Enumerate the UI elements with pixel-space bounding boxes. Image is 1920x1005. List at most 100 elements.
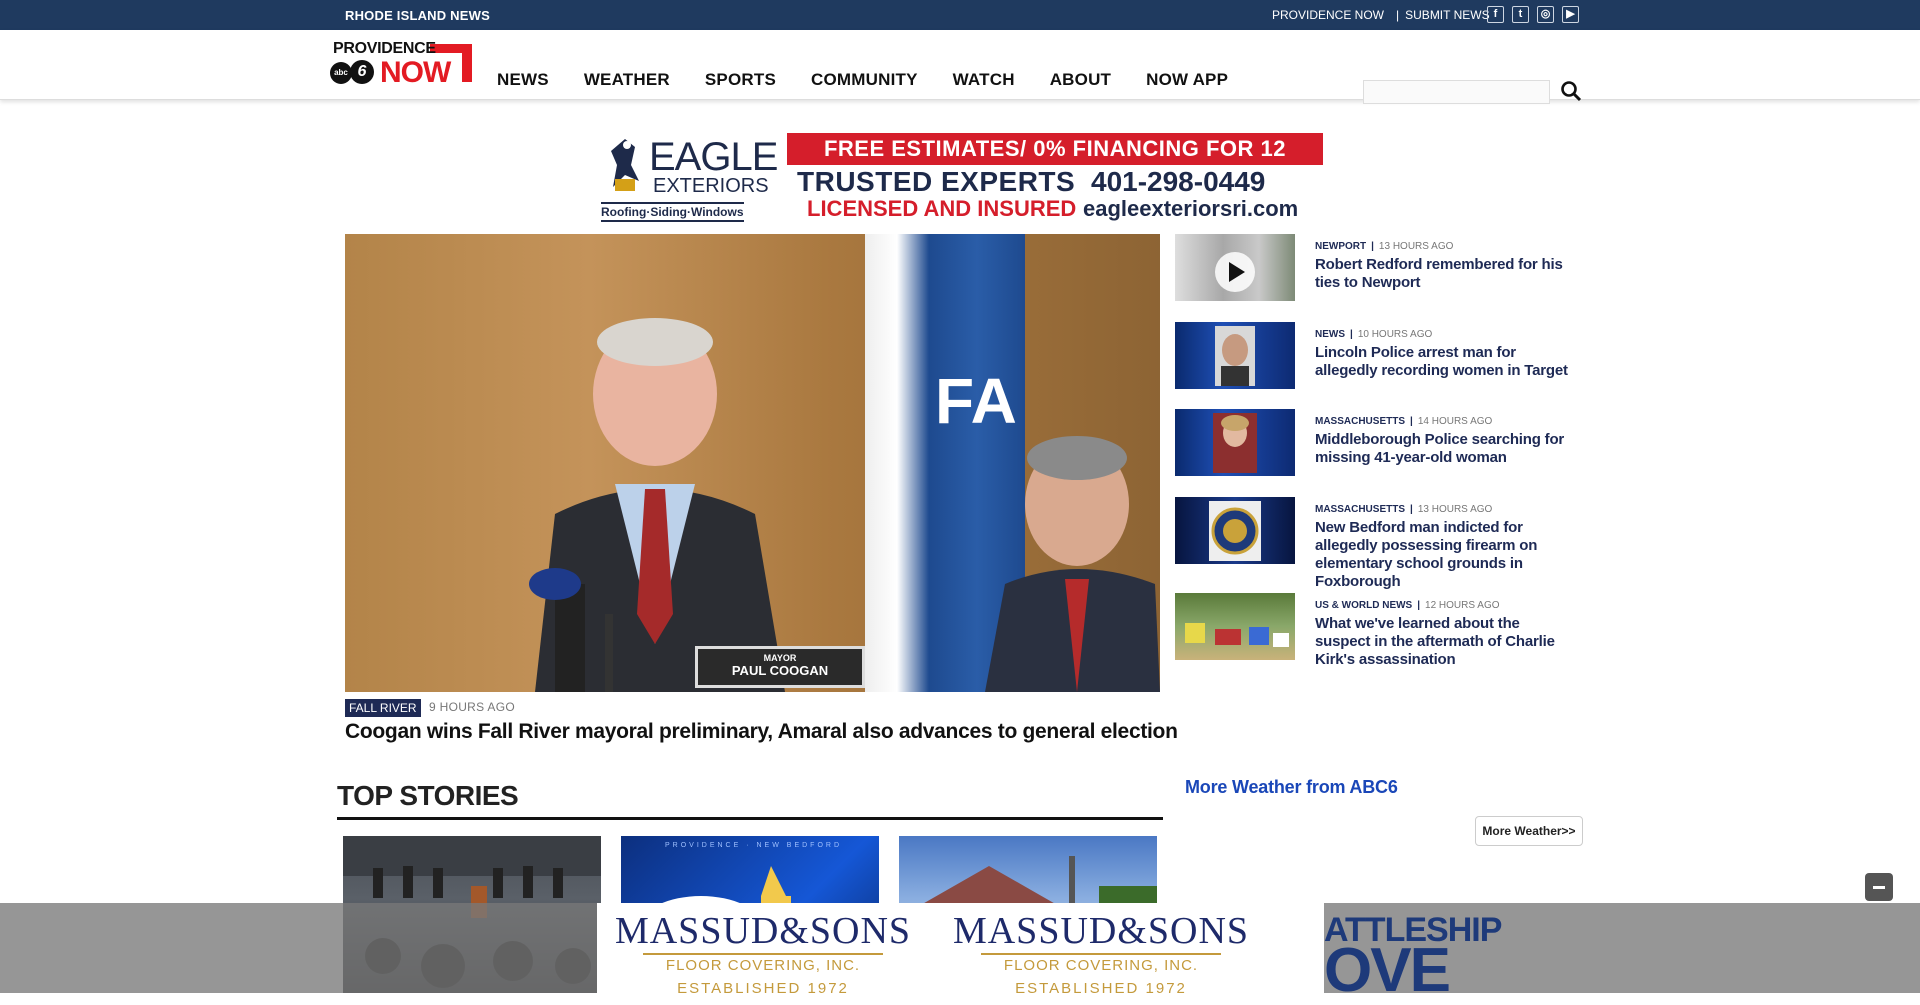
divider: | [1396,8,1400,22]
missing-woman-image [1213,413,1257,473]
youtube-icon[interactable]: ▶ [1562,6,1579,23]
ad-line3: LICENSED AND INSURED [807,196,1077,221]
massud-ad[interactable]: MASSUD&SONS FLOOR COVERING, INC. ESTABLI… [597,903,1324,997]
story-thumbnail[interactable] [1175,409,1295,476]
list-item[interactable]: US & WORLD NEWS | 12 HOURS AGO What we've … [1175,593,1575,668]
site-header: PROVIDENCE abc 6 NOW NEWS WEATHER SPORTS… [0,30,1920,104]
story-meta: MASSACHUSETTS | 14 HOURS AGO [1315,416,1492,427]
site-label[interactable]: RHODE ISLAND NEWS [345,8,490,23]
massud-brand: MASSUD&SONS [614,910,912,952]
logo-bar [462,44,472,82]
hero-category-badge[interactable]: FALL RIVER [345,699,421,717]
nav-item-watch[interactable]: WATCH [953,70,1015,90]
story-thumbnail[interactable] [1175,593,1295,660]
top-links: PROVIDENCE NOW | SUBMIT NEWS [1272,8,1496,22]
list-item[interactable]: MASSACHUSETTS | 13 HOURS AGO New Bedford m… [1175,497,1575,590]
story-category[interactable]: MASSACHUSETTS [1315,416,1405,427]
more-weather-button[interactable]: More Weather>> [1475,816,1583,846]
story-title[interactable]: Lincoln Police arrest man for allegedly … [1315,344,1575,380]
eagle-icon [611,139,639,191]
story-thumbnail[interactable] [1175,497,1295,564]
massud-est: ESTABLISHED 1972 [1015,980,1187,997]
divider: | [1417,600,1421,611]
search-icon[interactable] [1560,80,1582,102]
second-figure [985,436,1160,692]
nav-item-news[interactable]: NEWS [497,70,549,90]
providence-now-logo[interactable]: PROVIDENCE abc 6 NOW [330,40,482,89]
nav-item-sports[interactable]: SPORTS [705,70,776,90]
ad-tagline: Roofing·Siding·Windows [601,202,744,222]
top-bar: RHODE ISLAND NEWS PROVIDENCE NOW | SUBMIT … [0,0,1920,30]
story-time: 13 HOURS AGO [1417,504,1493,515]
story-title[interactable]: Robert Redford remembered for his ties t… [1315,256,1575,292]
story-category[interactable]: MASSACHUSETTS [1315,504,1405,515]
story-card-text: PROVIDENCE · NEW BEDFORD [665,842,843,849]
twitter-icon[interactable]: t [1512,6,1529,23]
list-item[interactable]: MASSACHUSETTS | 14 HOURS AGO Middleborough… [1175,409,1575,479]
top-stories-heading: TOP STORIES [337,780,519,811]
sticky-bottom-ad: MASSUD&SONS FLOOR COVERING, INC. ESTABLI… [0,903,1920,1002]
ad-brand-block: EAGLE EXTERIORS Roofing·Siding·Windows [597,133,787,223]
list-item[interactable]: NEWS | 10 HOURS AGO Lincoln Police arrest … [1175,322,1575,392]
massud-logo: MASSUD&SONS FLOOR COVERING, INC. ESTABLI… [951,909,1251,997]
massud-sub: FLOOR COVERING, INC. [643,953,883,974]
ad-brand: EAGLE [649,135,778,179]
nav-item-now-app[interactable]: NOW APP [1146,70,1228,90]
divider: | [1371,241,1374,252]
story-category[interactable]: NEWPORT [1315,241,1366,252]
story-meta: NEWS | 10 HOURS AGO [1315,329,1432,340]
flag-text: FA [935,365,1017,437]
six-logo-icon: 6 [350,60,374,84]
hero-image[interactable]: FA MAYOR PAUL COOGAN [345,234,1160,692]
microphone-icon [529,568,613,692]
ad-text: OVE [1324,936,1451,1005]
massud-est: ESTABLISHED 1972 [677,980,849,997]
hero-headline[interactable]: Coogan wins Fall River mayoral prelimina… [345,720,1178,744]
mugshot-image [1215,326,1255,386]
ad-url: eagleexteriorsri.com [1083,196,1299,221]
ad-phone: 401-298-0449 [1091,166,1266,197]
abc-logo-icon: abc [330,62,352,84]
search-input[interactable] [1363,80,1550,104]
name-plate: MAYOR PAUL COOGAN [695,646,865,688]
divider: | [1410,416,1413,427]
ad-banner: FREE ESTIMATES/ 0% FINANCING FOR 12 MONT… [787,133,1323,193]
story-thumbnail[interactable] [1175,234,1295,301]
story-title[interactable]: What we've learned about the suspect in … [1315,615,1575,669]
story-thumbnail[interactable] [1175,322,1295,389]
divider: | [1410,504,1413,515]
nav-item-community[interactable]: COMMUNITY [811,70,918,90]
hero-timestamp: 9 HOURS AGO [429,700,515,714]
story-category[interactable]: US & WORLD NEWS [1315,600,1412,611]
divider: | [1350,329,1353,340]
divider [337,817,1163,820]
massud-logo: MASSUD&SONS FLOOR COVERING, INC. ESTABLI… [613,909,913,997]
ad-line2: TRUSTED EXPERTS [797,166,1076,197]
massud-sub: FLOOR COVERING, INC. [981,953,1221,974]
story-time: 12 HOURS AGO [1425,600,1500,611]
plate-small: MAYOR [763,653,797,663]
providence-now-link[interactable]: PROVIDENCE NOW [1272,8,1384,22]
nav-item-about[interactable]: ABOUT [1050,70,1111,90]
plate-name: PAUL COOGAN [731,663,829,678]
list-item[interactable]: NEWPORT | 13 HOURS AGO Robert Redford reme… [1175,234,1575,304]
massud-brand: MASSUD&SONS [952,910,1250,952]
story-category[interactable]: NEWS [1315,329,1345,340]
story-meta: US & WORLD NEWS | 12 HOURS AGO [1315,600,1500,611]
memorial-image [1185,623,1289,647]
facebook-icon[interactable]: f [1487,6,1504,23]
eagle-exteriors-ad[interactable]: EAGLE EXTERIORS Roofing·Siding·Windows F… [597,133,1323,223]
instagram-icon[interactable]: ◎ [1537,6,1554,23]
main-nav: NEWS WEATHER SPORTS COMMUNITY WATCH ABOU… [497,70,1228,90]
story-meta: MASSACHUSETTS | 13 HOURS AGO [1315,504,1492,515]
story-title[interactable]: Middleborough Police searching for missi… [1315,431,1575,467]
story-title[interactable]: New Bedford man indicted for allegedly p… [1315,519,1575,591]
story-meta: NEWPORT | 13 HOURS AGO [1315,241,1453,252]
nav-item-weather[interactable]: WEATHER [584,70,670,90]
story-time: 13 HOURS AGO [1378,241,1454,252]
submit-news-link[interactable]: SUBMIT NEWS [1405,8,1489,22]
battleship-cove-ad[interactable]: ATTLESHIP OVE [1324,903,1524,1002]
minimize-ad-button[interactable] [1865,873,1893,901]
weather-heading[interactable]: More Weather from ABC6 [1185,777,1398,798]
play-icon[interactable] [1175,234,1295,301]
